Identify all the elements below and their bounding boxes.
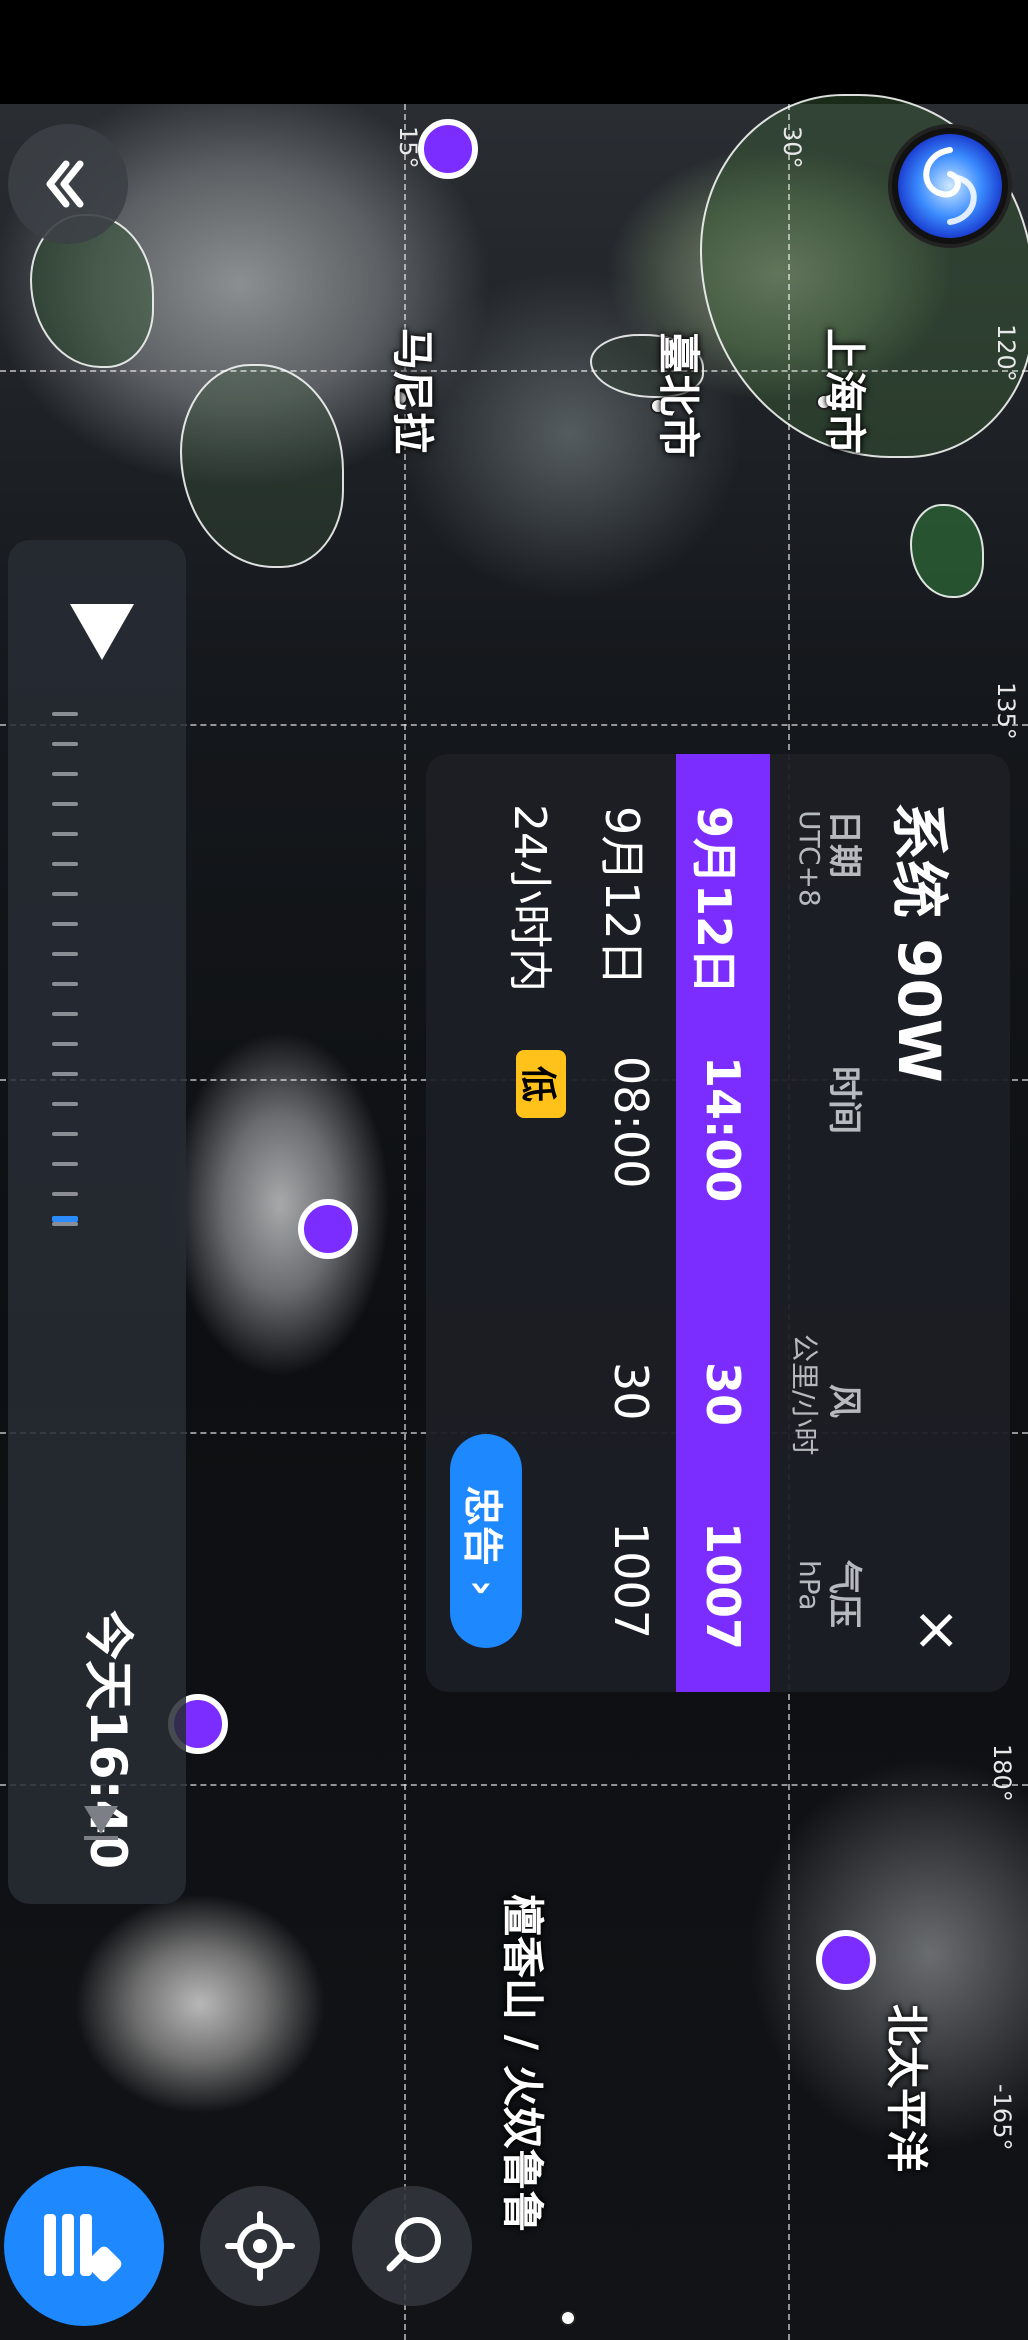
typhoon-swirl-logo bbox=[898, 134, 1002, 238]
row-1-date: 9月12日 bbox=[687, 806, 741, 995]
grid-label-lon-120: 120° bbox=[992, 324, 1020, 382]
storm-title: 系统 90W bbox=[885, 802, 953, 1083]
timeline-tick bbox=[52, 1012, 78, 1016]
storm-marker[interactable] bbox=[418, 119, 478, 179]
storm-marker-90w[interactable] bbox=[298, 1199, 358, 1259]
header-pressure: 气压 bbox=[824, 1560, 864, 1628]
timeline-tick bbox=[52, 1042, 78, 1046]
timeline-tick bbox=[52, 1102, 78, 1106]
row-2-date: 9月12日 bbox=[595, 806, 649, 986]
layers-icon bbox=[44, 2214, 122, 2282]
header-wind-unit: 公里/小时 bbox=[788, 1334, 821, 1456]
place-label-shanghai: 上海市 bbox=[820, 328, 869, 455]
city-marker-honolulu[interactable] bbox=[560, 2310, 576, 2326]
timeline-tick bbox=[52, 1072, 78, 1076]
row-2-wind: 30 bbox=[604, 1362, 658, 1421]
forecast-label: 24小时内 bbox=[504, 804, 555, 992]
row-2-time: 08:00 bbox=[604, 1056, 658, 1189]
forecast-badge: 低 bbox=[516, 1050, 566, 1118]
header-timezone: UTC+8 bbox=[793, 810, 826, 907]
row-1-pressure: 1007 bbox=[696, 1522, 750, 1651]
play-triangle-icon[interactable] bbox=[62, 594, 142, 674]
timeline-tick bbox=[52, 892, 78, 896]
grid-label-lon-neg165: -165° bbox=[988, 2084, 1016, 2151]
timeline-tick bbox=[52, 832, 78, 836]
timeline-tick bbox=[52, 802, 78, 806]
layers-button[interactable] bbox=[4, 2166, 164, 2326]
forecast-badge-text: 低 bbox=[516, 1065, 558, 1103]
header-wind: 风 bbox=[824, 1384, 864, 1418]
row-2-pressure: 1007 bbox=[604, 1522, 658, 1640]
chevron-right-icon: › bbox=[459, 1579, 506, 1597]
header-time: 时间 bbox=[824, 1066, 864, 1134]
skip-end-icon[interactable] bbox=[76, 1796, 126, 1846]
warning-button[interactable]: 忠告 › bbox=[450, 1434, 522, 1648]
status-bar bbox=[0, 0, 1028, 104]
timeline-tick bbox=[52, 922, 78, 926]
row-1-time: 14:00 bbox=[696, 1056, 750, 1203]
app-logo[interactable] bbox=[888, 124, 1012, 248]
warning-button-text: 忠告 bbox=[459, 1485, 506, 1566]
grid-label-lon-135: 135° bbox=[992, 682, 1020, 740]
timeline-tick bbox=[52, 742, 78, 746]
row-1-wind: 30 bbox=[696, 1362, 750, 1427]
header-date: 日期 bbox=[824, 810, 864, 878]
timeline-tick bbox=[52, 772, 78, 776]
crosshair-icon bbox=[225, 2211, 295, 2281]
timeline-tick bbox=[52, 1162, 78, 1166]
timeline-tick bbox=[52, 982, 78, 986]
close-button[interactable]: × bbox=[904, 1606, 972, 1655]
land-outline-luzon bbox=[180, 364, 344, 568]
grid-label-lat-30: 30° bbox=[778, 126, 806, 169]
collapse-button[interactable] bbox=[8, 124, 128, 244]
timeline-tick bbox=[52, 1192, 78, 1196]
storm-marker[interactable] bbox=[816, 1930, 876, 1990]
screen: 15° 30° 120° 135° 180° -165° 上海市 臺北市 马尼拉… bbox=[0, 0, 1028, 2340]
timeline-panel[interactable]: 今天16:40 bbox=[8, 540, 186, 1904]
header-pressure-unit: hPa bbox=[793, 1560, 826, 1611]
place-label-north-pacific: 北太平洋 bbox=[882, 2004, 931, 2173]
magnifier-icon bbox=[386, 2217, 441, 2272]
double-chevron-icon bbox=[46, 160, 84, 208]
timeline-tick bbox=[52, 952, 78, 956]
storm-info-card: 系统 90W × 日期 UTC+8 时间 风 公里/小时 气压 hPa 9月12… bbox=[426, 754, 1010, 1692]
timeline-tick bbox=[52, 712, 78, 716]
warning-button-label: 忠告 › bbox=[457, 1486, 515, 1596]
timeline-tick bbox=[52, 1132, 78, 1136]
land-outline-japan bbox=[910, 504, 984, 598]
place-label-taipei: 臺北市 bbox=[654, 332, 703, 459]
grid-label-lon-180: 180° bbox=[988, 1744, 1016, 1802]
search-button[interactable] bbox=[352, 2186, 472, 2306]
place-label-honolulu: 檀香山 / 火奴鲁鲁 bbox=[498, 1894, 547, 2233]
timeline-tick bbox=[52, 862, 78, 866]
timeline-current-marker[interactable] bbox=[52, 1216, 78, 1222]
place-label-manila: 马尼拉 bbox=[388, 328, 437, 455]
timeline-tick bbox=[52, 1222, 78, 1226]
locate-button[interactable] bbox=[200, 2186, 320, 2306]
